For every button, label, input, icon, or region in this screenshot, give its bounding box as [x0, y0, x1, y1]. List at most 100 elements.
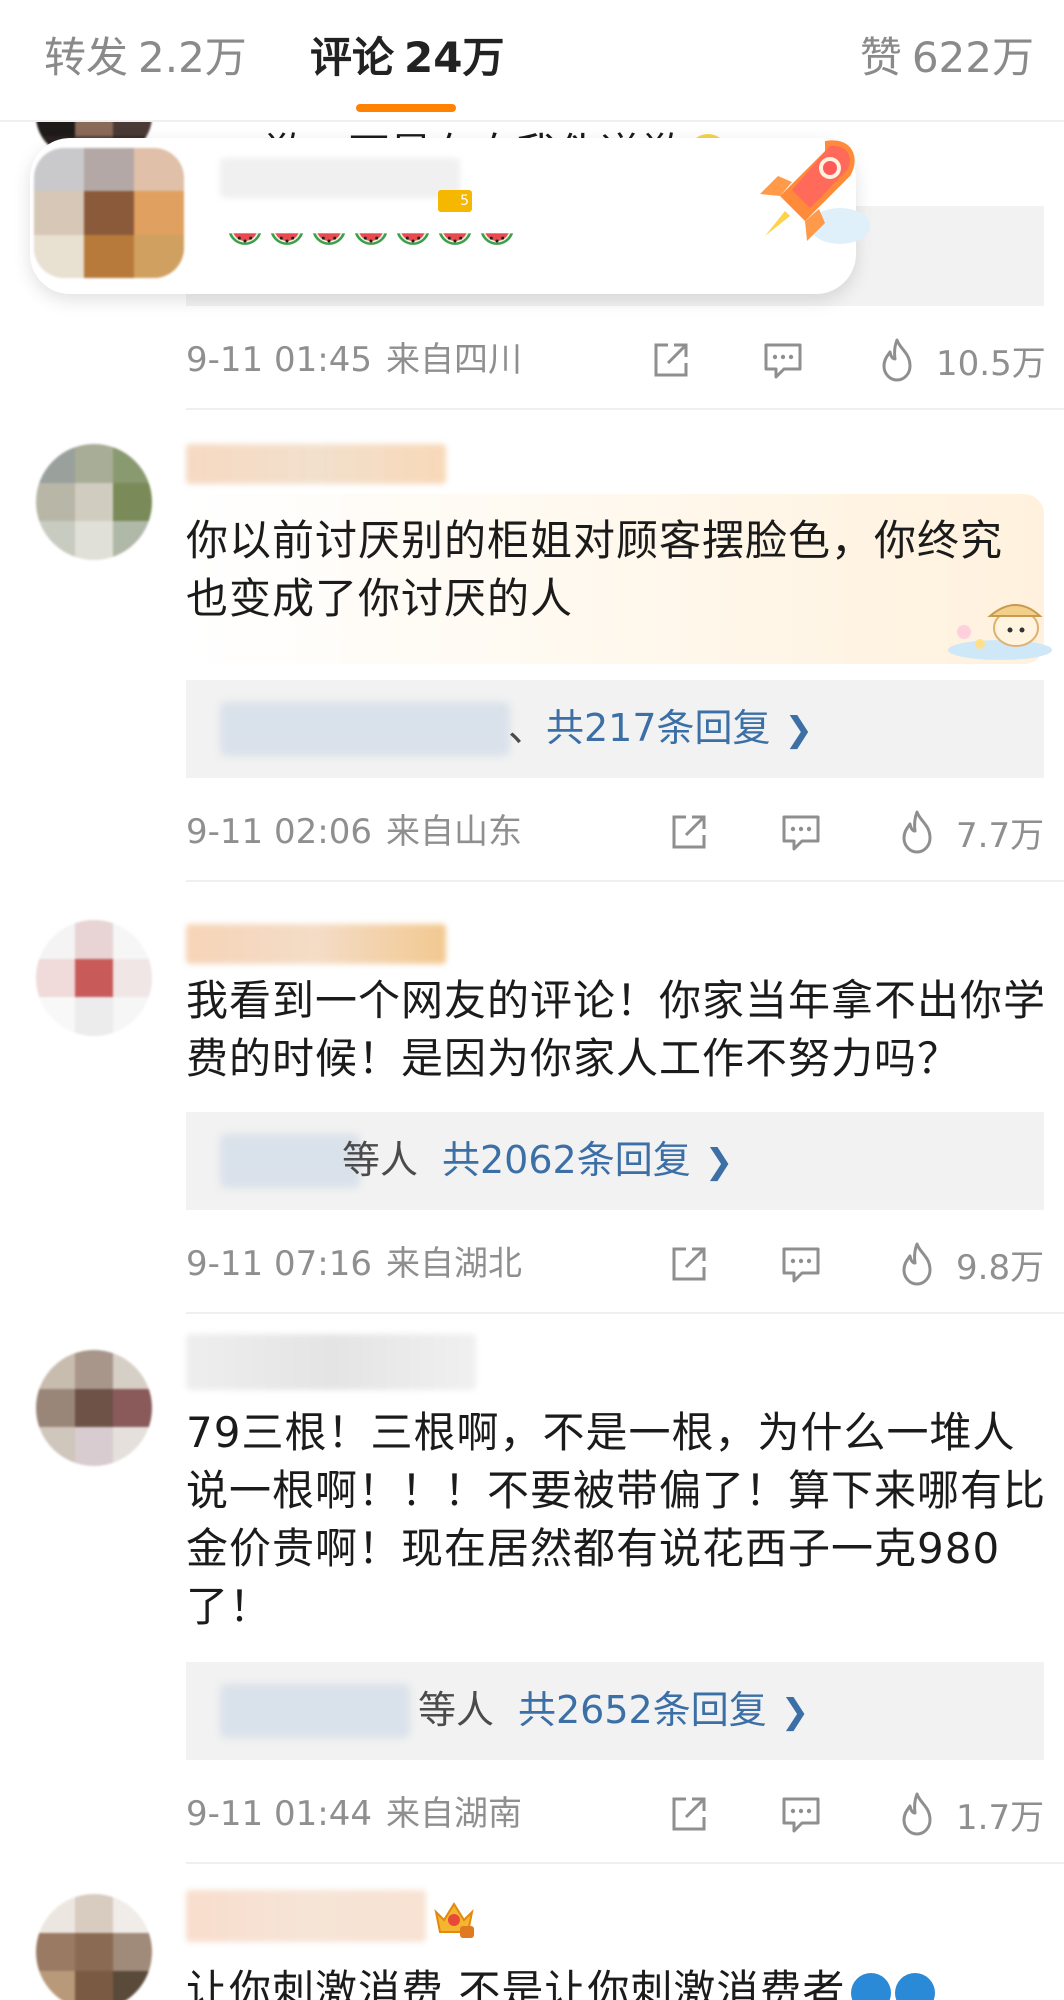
- like-button[interactable]: 9.8万: [896, 1240, 1044, 1288]
- tab-likes-count: 622万: [911, 33, 1034, 82]
- like-count: 7.7万: [956, 815, 1045, 856]
- comment-meta: 9-11 07:16 来自湖北: [186, 1240, 522, 1288]
- replier-names-blurred: [220, 702, 510, 756]
- comment-text: 我看到一个网友的评论！你家当年拿不出你学费的时候！是因为你家人工作不努力吗？: [186, 976, 1047, 1083]
- username-blurred[interactable]: [186, 444, 446, 484]
- tab-likes[interactable]: 赞 622万: [860, 30, 1034, 86]
- reply-lead-text: 等人: [342, 1138, 419, 1182]
- reply-count: 共2652条回复: [518, 1688, 767, 1732]
- avatar[interactable]: [36, 1894, 152, 2000]
- divider: [186, 1312, 1064, 1314]
- avatar[interactable]: [36, 1350, 152, 1466]
- username-blurred[interactable]: [186, 1890, 426, 1942]
- chevron-right-icon: ❯: [704, 1142, 734, 1182]
- username-blurred[interactable]: [186, 924, 446, 964]
- share-button[interactable]: [668, 1790, 710, 1838]
- mascot-sticker-icon: [948, 604, 1052, 660]
- like-button[interactable]: 1.7万: [896, 1790, 1044, 1838]
- like-flame-icon: [902, 1792, 932, 1836]
- share-icon: [672, 1797, 706, 1831]
- like-flame-icon: [902, 1242, 932, 1286]
- view-replies-link[interactable]: 共2062条回复 ❯: [442, 1132, 733, 1190]
- comment-text: 79三根！三根啊，不是一根，为什么一堆人说一根啊！！！不要被带偏了！算下来哪有比…: [186, 1408, 1047, 1631]
- username-blurred: [220, 158, 460, 198]
- comment-icon: [782, 1247, 820, 1283]
- chevron-right-icon: ❯: [784, 710, 814, 750]
- tab-repost-count: 2.2万: [138, 33, 247, 82]
- rocket-icon: [760, 140, 870, 244]
- reply-lead-text: 等人: [418, 1688, 495, 1732]
- comment-time: 9-11 01:44: [186, 1794, 372, 1834]
- avatar[interactable]: [36, 920, 152, 1036]
- doraemon-emoji-icon: [851, 1973, 892, 2000]
- tab-repost[interactable]: 转发 2.2万: [44, 30, 247, 86]
- like-button[interactable]: 10.5万: [876, 336, 1046, 384]
- comment-meta: 9-11 01:44 来自湖南: [186, 1790, 522, 1838]
- like-count: 9.8万: [956, 1247, 1045, 1288]
- chevron-right-icon: ❯: [780, 1692, 810, 1732]
- watermelon-icon: [312, 233, 346, 245]
- like-flame-icon: [902, 810, 932, 854]
- divider: [186, 880, 1064, 882]
- comment-time: 9-11 01:45: [186, 340, 372, 380]
- comment-tab-bar: 转发 2.2万 评论 24万 赞 622万: [0, 0, 1064, 122]
- comment-icon: [782, 815, 820, 851]
- share-button[interactable]: [668, 808, 710, 856]
- reply-button[interactable]: [762, 336, 804, 384]
- level-badge-icon: 5: [438, 190, 472, 212]
- reply-box[interactable]: 等人 共2062条回复 ❯: [186, 1112, 1044, 1210]
- username-blurred[interactable]: [186, 1334, 476, 1390]
- view-replies-link[interactable]: 共217条回复 ❯: [546, 700, 813, 758]
- comment-time: 9-11 07:16: [186, 1244, 372, 1284]
- share-icon: [672, 1247, 706, 1281]
- comment-location: 来自山东: [385, 812, 522, 852]
- comment-icon: [764, 343, 802, 379]
- share-button[interactable]: [668, 1240, 710, 1288]
- share-icon: [654, 343, 688, 377]
- like-flame-icon: [882, 338, 912, 382]
- reply-box[interactable]: 、 共217条回复 ❯: [186, 680, 1044, 778]
- watermelon-icon: [438, 233, 472, 245]
- avatar[interactable]: [36, 444, 152, 560]
- view-replies-link[interactable]: 共2652条回复 ❯: [518, 1682, 809, 1740]
- reply-button[interactable]: [780, 1790, 822, 1838]
- emoji-popup-card[interactable]: 5: [30, 138, 870, 294]
- tab-comments[interactable]: 评论 24万: [310, 30, 504, 86]
- share-button[interactable]: [650, 336, 692, 384]
- watermelon-icon: [354, 233, 388, 245]
- reply-button[interactable]: [780, 1240, 822, 1288]
- comment-text: 你以前讨厌别的柜姐对顾客摆脸色，你终究也变成了你讨厌的人: [186, 516, 1004, 623]
- share-icon: [672, 815, 706, 849]
- avatar: [34, 148, 184, 278]
- divider: [186, 408, 1064, 410]
- reply-count: 共2062条回复: [442, 1138, 691, 1182]
- comment-meta: 9-11 01:45 来自四川: [186, 336, 522, 384]
- comment-meta: 9-11 02:06 来自山东: [186, 808, 522, 856]
- divider: [186, 1862, 1064, 1864]
- tab-likes-label: 赞: [859, 33, 902, 82]
- comment-location: 来自湖南: [385, 1794, 522, 1834]
- watermelon-emoji-row: [226, 222, 516, 260]
- replier-names-blurred: [220, 1134, 360, 1188]
- tab-repost-label: 转发: [44, 33, 129, 82]
- watermelon-icon: [396, 233, 430, 245]
- comment-text-body: 让你刺激消费 不是让你刺激消费者: [186, 1966, 846, 2000]
- comment-time: 9-11 02:06: [186, 812, 372, 852]
- doraemon-emoji-icon: [895, 1973, 936, 2000]
- comment-location: 来自湖北: [385, 1244, 522, 1284]
- comment-icon: [782, 1797, 820, 1833]
- active-tab-indicator: [356, 104, 456, 112]
- reply-lead-text: 、: [508, 706, 547, 750]
- reply-button[interactable]: [780, 808, 822, 856]
- tab-comments-label: 评论: [310, 33, 395, 82]
- crown-badge-icon: [434, 1902, 474, 1938]
- reply-box[interactable]: 等人 共2652条回复 ❯: [186, 1662, 1044, 1760]
- like-count: 1.7万: [956, 1797, 1045, 1838]
- comment-location: 来自四川: [385, 340, 522, 380]
- like-button[interactable]: 7.7万: [896, 808, 1044, 856]
- reply-count: 共217条回复: [546, 706, 771, 750]
- watermelon-icon: [270, 233, 304, 245]
- replier-names-blurred: [220, 1684, 410, 1738]
- watermelon-icon: [480, 233, 514, 245]
- tab-comments-count: 24万: [404, 33, 505, 82]
